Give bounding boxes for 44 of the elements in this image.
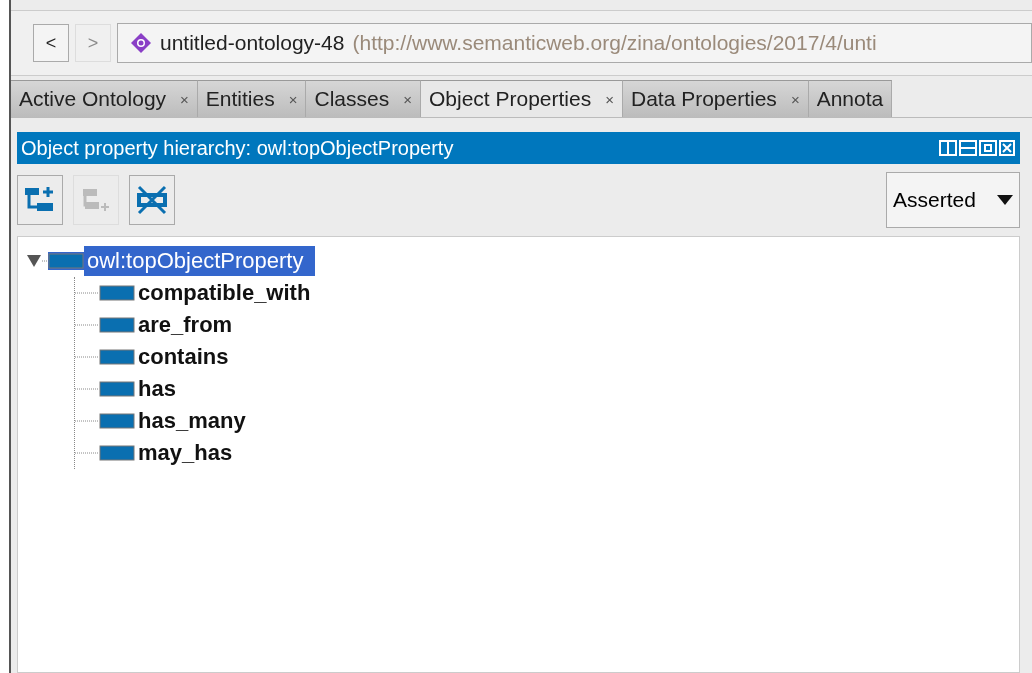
toolbar-button[interactable] — [17, 175, 63, 225]
ontology-name: untitled-ontology-48 — [160, 31, 345, 55]
dropdown-caret-icon — [997, 195, 1013, 205]
panel-title: Object property hierarchy: owl:topObjectProperty — [21, 136, 454, 160]
tree-item[interactable]: are_from — [135, 310, 245, 340]
close-tab-button[interactable]: × — [403, 90, 412, 108]
close-tab-button[interactable]: × — [288, 90, 298, 108]
ontology-diamond-icon — [130, 32, 152, 54]
tab-label: Classes — [314, 87, 390, 111]
tree-item[interactable]: may_has — [135, 438, 245, 468]
tab[interactable]: Annota — [808, 80, 893, 117]
property-icon — [99, 380, 135, 398]
tab-label: Annota — [816, 87, 884, 111]
property-icon — [99, 412, 135, 430]
tree-item[interactable]: has — [135, 374, 188, 404]
property-icon — [48, 252, 84, 270]
tab-label: Entities — [205, 87, 275, 111]
delete-icon — [135, 183, 169, 217]
view-controls-icon[interactable] — [938, 139, 1016, 157]
tree-item[interactable]: compatible_with — [135, 278, 323, 308]
close-tab-button[interactable]: × — [180, 90, 189, 108]
tab[interactable]: Active Ontology × — [11, 80, 198, 117]
close-tab-button[interactable]: × — [790, 90, 800, 108]
ontology-iri: (http://www.semanticweb.org/zina/ontologies/2017/4/unti — [352, 31, 877, 55]
tab[interactable]: Object Properties × — [420, 80, 623, 117]
tree-item[interactable]: owl:topObjectProperty — [84, 246, 316, 276]
back-button[interactable]: < — [33, 24, 69, 62]
tab-label: Active Ontology — [19, 87, 167, 111]
tab-label: Object Properties — [428, 87, 592, 111]
tab-label: Data Properties — [630, 87, 777, 111]
property-icon — [99, 348, 135, 366]
view-select[interactable]: Asserted — [886, 172, 1020, 228]
expand-triangle-icon[interactable] — [26, 253, 48, 269]
close-tab-button[interactable]: × — [605, 90, 614, 108]
tree-item[interactable]: contains — [135, 342, 241, 372]
tree-item[interactable]: has_many — [135, 406, 258, 436]
tab[interactable]: Entities × — [197, 80, 307, 117]
toolbar-button[interactable] — [129, 175, 175, 225]
tab[interactable]: Classes × — [306, 80, 421, 117]
property-icon — [99, 316, 135, 334]
property-icon — [99, 444, 135, 462]
ontology-address-bar[interactable]: untitled-ontology-48 (http://www.semanticweb.org/zina/ontologies/2017/4/unti — [117, 23, 1032, 63]
property-icon — [99, 284, 135, 302]
tab[interactable]: Data Properties × — [622, 80, 809, 117]
